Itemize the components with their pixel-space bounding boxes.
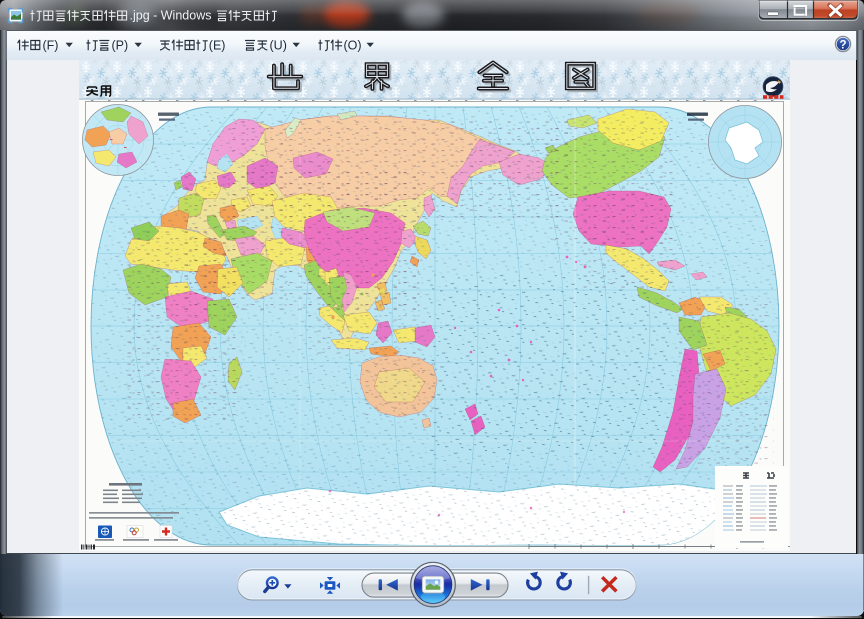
svg-text:(F): (F) (43, 38, 59, 52)
svg-text:(P): (P) (112, 38, 129, 52)
svg-text:(O): (O) (344, 38, 362, 52)
svg-text:?: ? (839, 40, 846, 52)
svg-text:.jpg - Windows: .jpg - Windows (130, 9, 212, 23)
svg-text:(E): (E) (209, 38, 226, 52)
svg-text:(U): (U) (270, 38, 287, 52)
